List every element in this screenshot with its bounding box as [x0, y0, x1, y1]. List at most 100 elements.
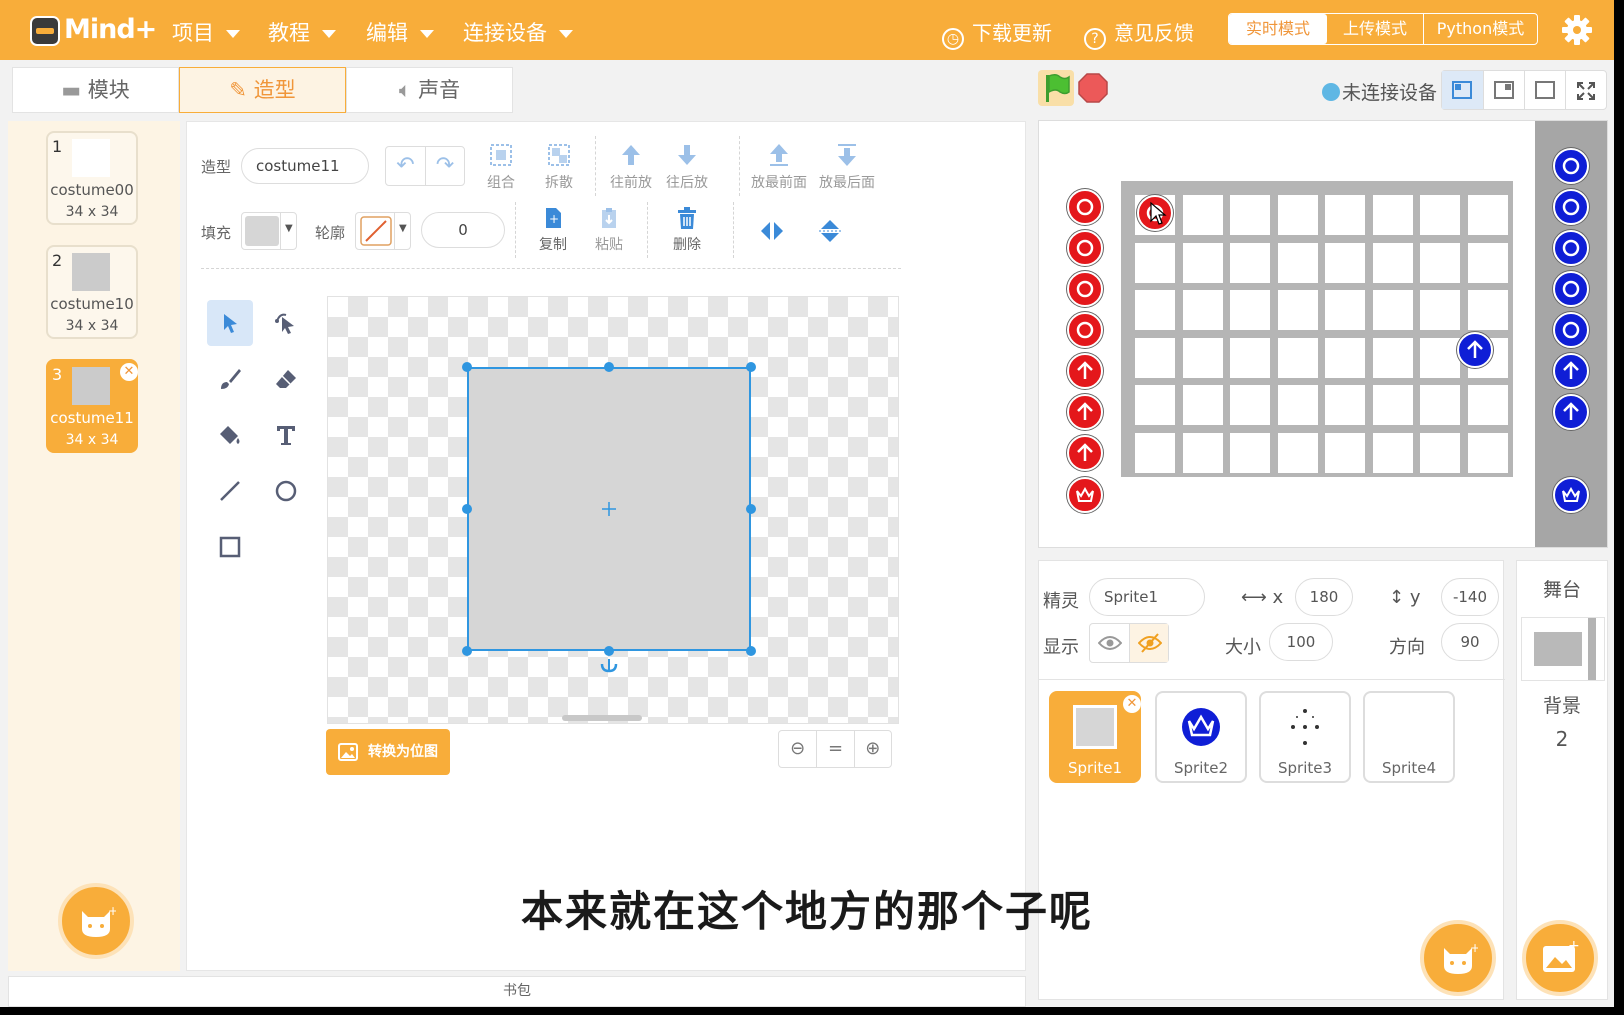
paste-button[interactable]: 粘贴	[579, 206, 639, 254]
green-flag-button[interactable]	[1038, 70, 1074, 106]
outline-width-input[interactable]: 0	[421, 212, 505, 248]
layout-large-stage-button[interactable]	[1524, 71, 1565, 109]
undo-icon[interactable]: ↶	[386, 147, 425, 185]
fill-tool[interactable]	[207, 412, 253, 458]
resize-handle[interactable]	[462, 362, 472, 372]
send-to-back-button[interactable]: 放最后面	[813, 142, 881, 192]
flip-horizontal-icon[interactable]	[759, 218, 785, 244]
blue-piece-ring[interactable]	[1553, 312, 1589, 348]
costume-item[interactable]: 1 costume00 34 x 34	[46, 131, 138, 225]
red-piece-ring[interactable]	[1067, 230, 1103, 266]
resize-handle[interactable]	[604, 362, 614, 372]
download-update-button[interactable]: ◷ 下载更新	[942, 17, 1052, 50]
direction-input[interactable]: 90	[1441, 623, 1499, 661]
delete-sprite-icon[interactable]: ✕	[1123, 695, 1141, 713]
red-piece-crown[interactable]	[1067, 477, 1103, 513]
line-tool[interactable]	[207, 468, 253, 514]
blue-piece-ring[interactable]	[1553, 230, 1589, 266]
select-tool[interactable]	[207, 300, 253, 346]
blue-piece-crown[interactable]	[1553, 477, 1589, 513]
resize-handle[interactable]	[746, 362, 756, 372]
zoom-out-icon[interactable]: ⊖	[779, 731, 816, 767]
resize-handle[interactable]	[746, 646, 756, 656]
red-piece-ring[interactable]	[1067, 189, 1103, 225]
blue-piece-arrow[interactable]	[1553, 353, 1589, 389]
layout-small-stage-button[interactable]	[1442, 71, 1483, 109]
tab-sounds[interactable]: 🔈︎ 声音	[346, 67, 513, 113]
backward-button[interactable]: 往后放	[657, 142, 717, 192]
menu-edit[interactable]: 编辑	[366, 17, 434, 47]
size-input[interactable]: 100	[1269, 623, 1333, 661]
rectangle-tool[interactable]	[207, 524, 253, 570]
zoom-in-icon[interactable]: ⊕	[853, 731, 891, 767]
blue-piece-on-board[interactable]	[1457, 332, 1493, 368]
blue-piece-ring[interactable]	[1553, 271, 1589, 307]
feedback-button[interactable]: ? 意见反馈	[1084, 17, 1194, 50]
costume-name-input[interactable]: costume11	[241, 148, 369, 184]
mode-python[interactable]: Python模式	[1423, 14, 1537, 44]
arrow-up-icon	[1563, 402, 1579, 420]
fullscreen-button[interactable]	[1565, 71, 1606, 109]
tab-blocks[interactable]: ▬ 模块	[12, 67, 179, 113]
redo-icon[interactable]: ↷	[424, 147, 464, 185]
canvas-horizontal-scrollbar[interactable]	[562, 715, 642, 721]
sprite-tile-sprite3[interactable]: Sprite3	[1259, 691, 1351, 783]
blue-piece-ring[interactable]	[1553, 148, 1589, 184]
hide-button[interactable]	[1128, 624, 1168, 662]
bring-to-front-button[interactable]: 放最前面	[745, 142, 813, 192]
convert-to-bitmap-button[interactable]: 转换为位图	[326, 729, 450, 775]
fill-color-picker[interactable]: ▼	[241, 212, 297, 250]
x-input[interactable]: 180	[1295, 578, 1353, 616]
flip-vertical-icon[interactable]	[817, 218, 843, 244]
brush-tool[interactable]	[207, 356, 253, 402]
red-piece-ring[interactable]	[1067, 271, 1103, 307]
resize-handle[interactable]	[462, 646, 472, 656]
sprite-tile-sprite4[interactable]: Sprite4	[1363, 691, 1455, 783]
sprite-name-input[interactable]: Sprite1	[1089, 578, 1205, 616]
red-piece-arrow[interactable]	[1067, 435, 1103, 471]
red-piece-arrow[interactable]	[1067, 353, 1103, 389]
sprite-tile-sprite2[interactable]: Sprite2	[1155, 691, 1247, 783]
stage-canvas[interactable]	[1038, 120, 1608, 548]
mode-realtime[interactable]: 实时模式	[1229, 14, 1327, 44]
costume-item-selected[interactable]: 3 ✕ costume11 34 x 34	[46, 359, 138, 453]
drawing-canvas[interactable]	[327, 296, 899, 724]
delete-button[interactable]: 删除	[657, 206, 717, 254]
blue-piece-ring[interactable]	[1553, 189, 1589, 225]
backpack-bar[interactable]: 书包	[8, 976, 1026, 1007]
stop-icon[interactable]	[1078, 73, 1108, 103]
y-input[interactable]: -140	[1441, 578, 1499, 616]
group-button[interactable]: 组合	[471, 142, 531, 192]
layout-normal-stage-button[interactable]	[1483, 71, 1524, 109]
eraser-tool[interactable]	[263, 356, 309, 402]
toolbar-divider	[739, 136, 740, 196]
resize-handle[interactable]	[462, 504, 472, 514]
text-tool[interactable]	[263, 412, 309, 458]
costume-item[interactable]: 2 costume10 34 x 34	[46, 245, 138, 339]
mode-upload[interactable]: 上传模式	[1327, 14, 1423, 44]
forward-button[interactable]: 往前放	[601, 142, 661, 192]
settings-gear-icon[interactable]	[1560, 13, 1594, 47]
menu-project[interactable]: 项目	[172, 17, 240, 47]
ungroup-button[interactable]: 拆散	[529, 142, 589, 192]
copy-button[interactable]: + 复制	[523, 206, 583, 254]
connection-status[interactable]: 未连接设备	[1322, 78, 1437, 105]
rotate-handle-icon[interactable]	[599, 655, 619, 675]
red-piece-arrow[interactable]	[1067, 394, 1103, 430]
resize-handle[interactable]	[746, 504, 756, 514]
menu-tutorial[interactable]: 教程	[268, 17, 336, 47]
menu-connect-device[interactable]: 连接设备	[463, 17, 573, 47]
delete-costume-icon[interactable]: ✕	[120, 363, 138, 381]
sprite-tile-sprite1[interactable]: ✕ Sprite1	[1049, 691, 1141, 783]
stage-thumbnail[interactable]	[1521, 617, 1605, 681]
tab-costumes[interactable]: ✎ 造型	[179, 67, 346, 113]
circle-tool[interactable]	[263, 468, 309, 514]
editor-tabs: ▬ 模块 ✎ 造型 🔈︎ 声音	[12, 67, 513, 113]
zoom-reset-icon[interactable]: =	[816, 731, 853, 767]
mindplus-logo[interactable]: Mind+	[30, 12, 157, 50]
reshape-tool[interactable]	[263, 300, 309, 346]
red-piece-ring[interactable]	[1067, 312, 1103, 348]
outline-color-picker[interactable]: ▼	[355, 212, 411, 250]
show-button[interactable]	[1090, 624, 1129, 662]
blue-piece-arrow[interactable]	[1553, 394, 1589, 430]
